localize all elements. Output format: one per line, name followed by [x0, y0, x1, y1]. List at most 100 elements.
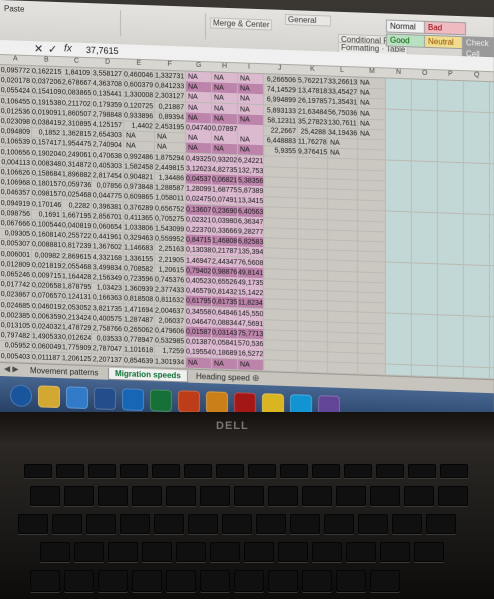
add-sheet-icon[interactable]: ⊕	[252, 373, 260, 384]
table-cell[interactable]	[412, 364, 438, 377]
keyboard-key	[244, 542, 274, 562]
start-orb-icon[interactable]	[10, 384, 32, 408]
keyboard-key	[98, 570, 128, 592]
table-cell[interactable]: 0,854639	[124, 354, 155, 368]
table-cell[interactable]: 0,011187	[32, 351, 62, 364]
table-cell[interactable]	[438, 365, 464, 378]
style-normal[interactable]: Normal	[386, 19, 428, 34]
table-cell[interactable]: 0,005403	[0, 350, 32, 363]
column-header[interactable]: D	[105, 59, 110, 66]
table-cell[interactable]	[358, 363, 386, 376]
tab-heading-speed[interactable]: Heading speed	[190, 371, 256, 384]
font-group	[30, 7, 121, 37]
keyboard-key	[30, 486, 60, 506]
column-header[interactable]: C	[74, 58, 79, 65]
column-header[interactable]: M	[369, 68, 375, 75]
table-cell[interactable]: 1,301934	[155, 356, 186, 369]
number-format-select[interactable]: General	[285, 13, 331, 27]
table-cell[interactable]: 1,206125	[62, 352, 92, 365]
keyboard-key	[426, 514, 456, 534]
table-cell[interactable]: 2,207137	[92, 353, 124, 366]
column-header[interactable]: Q	[474, 72, 479, 79]
keyboard-key	[88, 464, 116, 478]
formula-input[interactable]: 37,7615	[86, 45, 119, 56]
table-cell[interactable]	[464, 366, 490, 379]
laptop-photo: Paste Merge & Center General Conditional…	[0, 0, 494, 599]
keyboard-key	[86, 514, 116, 534]
column-header[interactable]: G	[196, 62, 201, 69]
keyboard-key	[64, 570, 94, 592]
column-header[interactable]: B	[44, 57, 49, 64]
column-header[interactable]: O	[422, 70, 427, 77]
ie-icon[interactable]	[66, 386, 88, 410]
keyboard-key	[380, 542, 410, 562]
table-cell[interactable]: NA	[212, 357, 238, 370]
column-header[interactable]: E	[137, 60, 142, 67]
column-header[interactable]: N	[396, 69, 401, 76]
sheet-nav-arrows[interactable]: ◀ ▶	[4, 364, 19, 374]
table-cell[interactable]	[490, 367, 494, 380]
column-header[interactable]: H	[222, 63, 227, 70]
keyboard-key	[392, 514, 422, 534]
media-icon[interactable]	[206, 391, 228, 414]
keyboard-key	[376, 464, 404, 478]
column-header[interactable]: A	[13, 55, 18, 62]
keyboard-key	[256, 514, 286, 534]
column-header[interactable]: F	[168, 61, 172, 68]
keyboard-key	[234, 570, 264, 592]
keyboard-key	[280, 464, 308, 478]
keyboard-key	[312, 464, 340, 478]
style-neutral[interactable]: Neutral	[424, 34, 466, 50]
keyboard-key	[132, 570, 162, 592]
keyboard-key	[358, 514, 388, 534]
powerpoint-icon[interactable]	[178, 390, 200, 413]
keyboard-key	[30, 570, 60, 592]
keyboard-key	[222, 514, 252, 534]
keyboard-key	[370, 486, 400, 506]
table-cell[interactable]	[386, 364, 412, 376]
keyboard-key	[438, 486, 468, 506]
keyboard-key	[302, 570, 332, 592]
enter-icon[interactable]: ✓	[48, 43, 57, 56]
merge-center-button[interactable]: Merge & Center	[210, 17, 273, 31]
table-cell[interactable]: NA	[186, 357, 212, 369]
cancel-icon[interactable]: ✕	[34, 42, 43, 55]
keyboard-key	[188, 514, 218, 534]
folder-icon[interactable]	[38, 385, 60, 409]
style-bad[interactable]: Bad	[424, 20, 466, 36]
table-cell[interactable]	[328, 362, 358, 375]
keyboard-key	[56, 464, 84, 478]
column-header[interactable]: K	[310, 66, 315, 73]
column-header[interactable]: J	[278, 65, 282, 72]
column-header[interactable]: I	[248, 64, 250, 71]
keyboard-key	[344, 464, 372, 478]
keyboard-key	[440, 464, 468, 478]
paste-label[interactable]: Paste	[4, 4, 24, 14]
keyboard-key	[268, 570, 298, 592]
outlook-icon[interactable]	[122, 388, 144, 412]
excel-icon[interactable]	[150, 389, 172, 413]
keyboard-key	[370, 570, 400, 592]
table-cell[interactable]	[298, 361, 328, 374]
table-cell[interactable]: NA	[238, 358, 264, 371]
keyboard-key	[302, 486, 332, 506]
style-good[interactable]: Good	[386, 33, 428, 48]
column-header[interactable]: L	[340, 67, 344, 74]
keyboard-key	[404, 486, 434, 506]
keyboard-key	[210, 542, 240, 562]
keyboard-key	[200, 486, 230, 506]
keyboard-key	[290, 514, 320, 534]
insert-function-icon[interactable]: fx	[64, 43, 72, 54]
keyboard-key	[166, 486, 196, 506]
laptop-screen: Paste Merge & Center General Conditional…	[0, 0, 494, 448]
word-icon[interactable]	[94, 387, 116, 411]
keyboard-key	[18, 514, 48, 534]
keyboard-key	[64, 486, 94, 506]
keyboard-key	[268, 486, 298, 506]
keyboard-key	[346, 542, 376, 562]
keyboard-key	[152, 464, 180, 478]
column-header[interactable]: P	[448, 71, 453, 78]
keyboard-key	[74, 542, 104, 562]
table-cell[interactable]	[264, 359, 298, 373]
keyboard-key	[216, 464, 244, 478]
